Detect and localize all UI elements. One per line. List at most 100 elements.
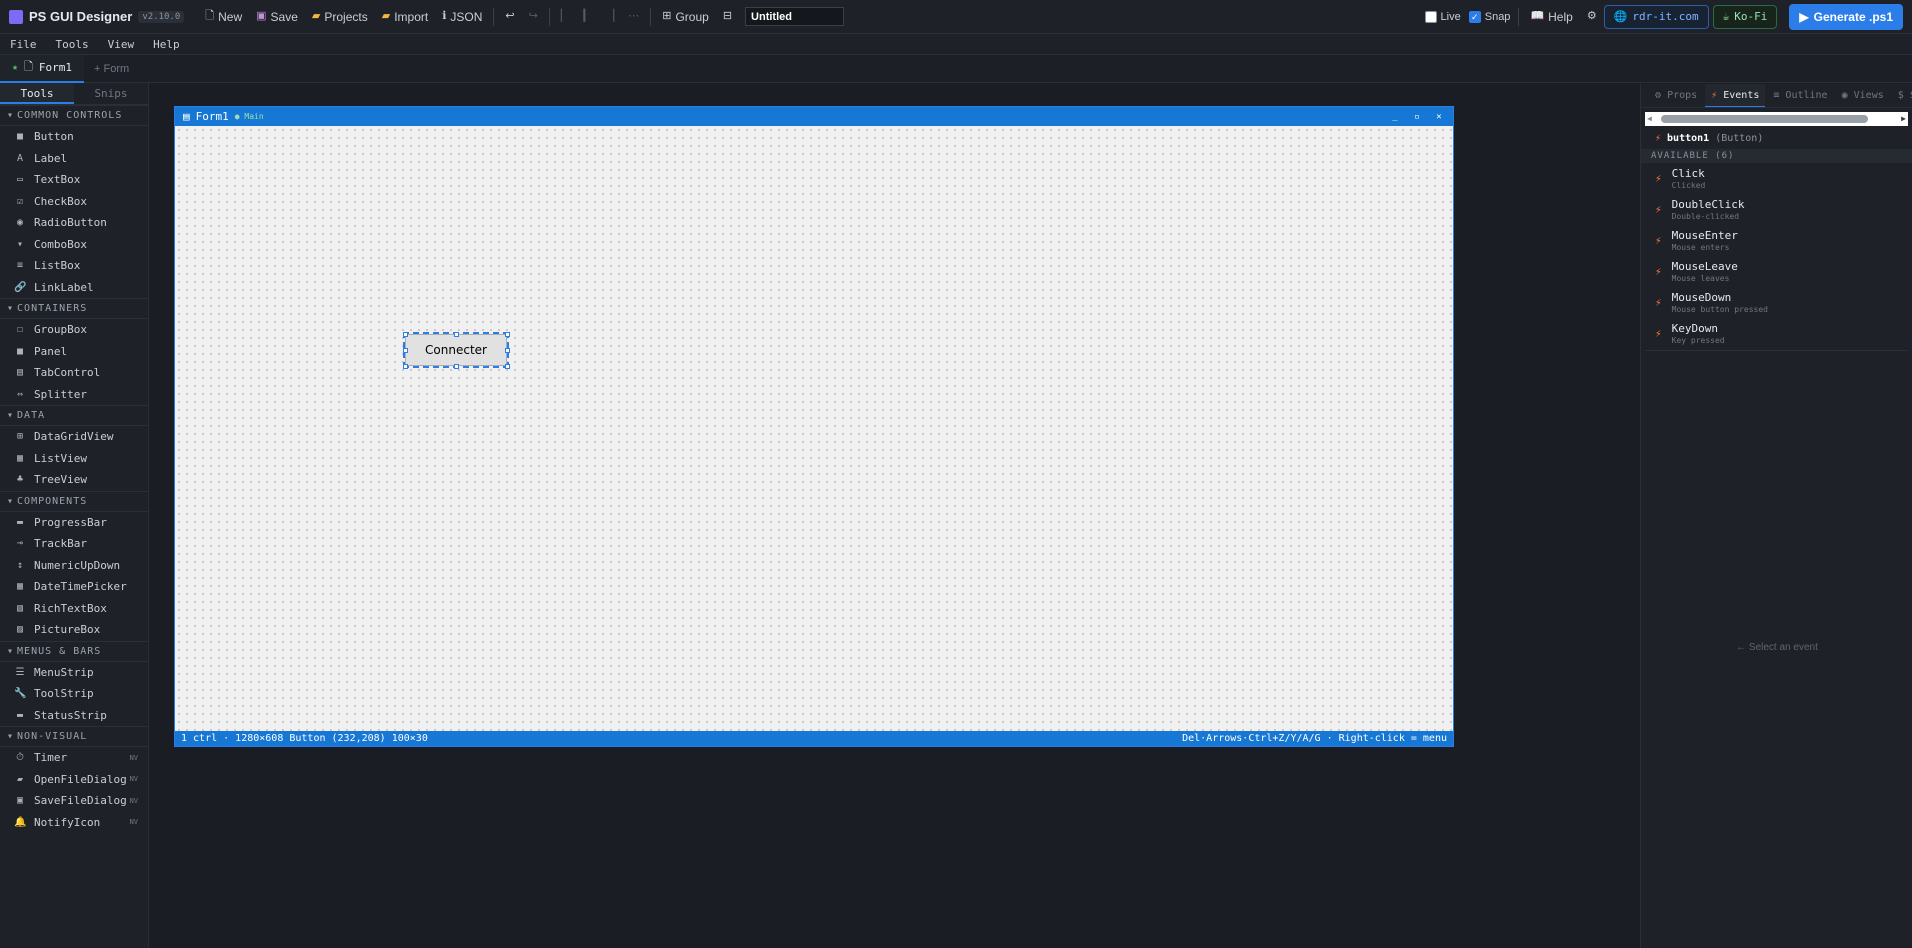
tab-tools[interactable]: Tools — [0, 83, 74, 104]
event-item-click[interactable]: ⚡ Click Clicked — [1641, 163, 1912, 194]
resize-handle[interactable] — [505, 348, 510, 353]
resize-handle[interactable] — [454, 332, 459, 337]
resize-handle[interactable] — [454, 364, 459, 369]
settings-button[interactable]: ⚙ — [1580, 4, 1604, 30]
tool-item-numericupdown[interactable]: ↕ NumericUpDown — [0, 555, 148, 577]
tab-script[interactable]: $ $( — [1892, 84, 1912, 107]
category-header[interactable]: ▾ COMPONENTS — [0, 490, 148, 512]
tool-item-groupbox[interactable]: ☐ GroupBox — [0, 319, 148, 341]
align-right-button[interactable]: ▕ — [599, 4, 621, 30]
tab-events[interactable]: ⚡ Events — [1705, 84, 1766, 107]
tool-item-picturebox[interactable]: ▨ PictureBox — [0, 619, 148, 641]
tool-item-openfiledialog[interactable]: ▰ OpenFileDialog NV — [0, 769, 148, 791]
kofi-button[interactable]: ☕ Ko-Fi — [1712, 4, 1778, 29]
align-center-button[interactable]: ▎ — [576, 4, 598, 30]
tool-item-label[interactable]: A Label — [0, 148, 148, 170]
menu-file[interactable]: File — [4, 38, 43, 51]
slider-icon: ⊸ — [16, 538, 24, 550]
category-header[interactable]: ▾ COMMON CONTROLS — [0, 105, 148, 126]
distribute-button[interactable]: ⋯ — [621, 4, 646, 30]
tool-item-textbox[interactable]: ▭ TextBox — [0, 169, 148, 191]
site-link-button[interactable]: 🌐 rdr-it.com — [1603, 4, 1709, 29]
tool-item-listview[interactable]: ▦ ListView — [0, 448, 148, 470]
undo-button[interactable]: ↩ — [498, 4, 521, 30]
resize-handle[interactable] — [403, 332, 408, 337]
group-button[interactable]: ⊞ Group — [655, 4, 716, 30]
tool-item-linklabel[interactable]: 🔗 LinkLabel — [0, 277, 148, 299]
snap-checkbox[interactable]: ✓ — [1468, 10, 1481, 23]
menu-view[interactable]: View — [102, 38, 141, 51]
ungroup-button[interactable]: ⊟ — [716, 4, 739, 30]
form-window[interactable]: ▤ Form1 ● Main _ ▫ ✕ Connecter 1 ctrl · … — [174, 106, 1454, 747]
align-left-button[interactable]: ▏ — [554, 4, 576, 30]
tool-item-button[interactable]: ■ Button — [0, 126, 148, 148]
minimize-icon[interactable]: _ — [1387, 110, 1403, 123]
projects-button[interactable]: ▰ Projects — [305, 4, 375, 30]
tool-item-radiobutton[interactable]: ◉ RadioButton — [0, 212, 148, 234]
redo-button[interactable]: ↪ — [522, 4, 545, 30]
live-toggle[interactable]: Live — [1421, 10, 1465, 23]
tool-item-toolstrip[interactable]: 🔧 ToolStrip — [0, 683, 148, 705]
tab-props[interactable]: ⚙ Props — [1649, 84, 1703, 107]
connecter-button[interactable]: Connecter — [403, 332, 509, 368]
tab-snips[interactable]: Snips — [74, 83, 148, 104]
event-item-mouseleave[interactable]: ⚡ MouseLeave Mouse leaves — [1641, 256, 1912, 287]
tool-item-savefiledialog[interactable]: ▣ SaveFileDialog NV — [0, 790, 148, 812]
tool-item-richtextbox[interactable]: ▧ RichTextBox — [0, 598, 148, 620]
snap-toggle[interactable]: ✓ Snap — [1465, 10, 1515, 23]
resize-handle[interactable] — [403, 364, 408, 369]
tool-item-splitter[interactable]: ⇔ Splitter — [0, 384, 148, 406]
category-header[interactable]: ▾ DATA — [0, 405, 148, 426]
live-checkbox[interactable] — [1424, 10, 1437, 23]
tool-item-combobox[interactable]: ▾ ComboBox — [0, 234, 148, 256]
resize-handle[interactable] — [403, 348, 408, 353]
generate-button[interactable]: ▶ Generate .ps1 — [1789, 3, 1903, 30]
tab-views[interactable]: ◉ Views — [1836, 84, 1890, 107]
new-button[interactable]: 🗋 New — [198, 4, 249, 30]
menu-tools[interactable]: Tools — [50, 38, 95, 51]
tool-item-statusstrip[interactable]: ▬ StatusStrip — [0, 705, 148, 727]
help-button[interactable]: 📖 Help — [1523, 4, 1579, 30]
event-item-doubleclick[interactable]: ⚡ DoubleClick Double-clicked — [1641, 194, 1912, 225]
event-item-mousedown[interactable]: ⚡ MouseDown Mouse button pressed — [1641, 287, 1912, 318]
tool-item-progressbar[interactable]: ▬ ProgressBar — [0, 512, 148, 534]
close-icon[interactable]: ✕ — [1431, 110, 1447, 123]
scroll-left-icon[interactable]: ◀ — [1647, 114, 1652, 123]
event-item-keydown[interactable]: ⚡ KeyDown Key pressed — [1641, 318, 1912, 349]
form-title-bar[interactable]: ▤ Form1 ● Main — [175, 107, 1453, 126]
tab-outline[interactable]: ≡ Outline — [1767, 84, 1833, 107]
tool-item-timer[interactable]: ⏱ Timer NV — [0, 747, 148, 769]
resize-handle[interactable] — [505, 332, 510, 337]
json-button[interactable]: ℹ JSON — [435, 4, 489, 30]
divider — [1645, 350, 1908, 351]
form-surface[interactable]: Connecter — [175, 126, 1453, 732]
menu-help[interactable]: Help — [147, 38, 186, 51]
tool-item-checkbox[interactable]: ☑ CheckBox — [0, 191, 148, 213]
app-title: PS GUI Designer — [29, 9, 133, 24]
add-form-button[interactable]: + Form — [84, 63, 139, 75]
tool-item-menustrip[interactable]: ☰ MenuStrip — [0, 662, 148, 684]
tool-item-trackbar[interactable]: ⊸ TrackBar — [0, 533, 148, 555]
category-header[interactable]: ▾ CONTAINERS — [0, 298, 148, 319]
maximize-icon[interactable]: ▫ — [1409, 110, 1425, 123]
event-item-mouseenter[interactable]: ⚡ MouseEnter Mouse enters — [1641, 225, 1912, 256]
import-button[interactable]: ▰ Import — [375, 4, 435, 30]
tool-item-datetimepicker[interactable]: ▦ DateTimePicker — [0, 576, 148, 598]
category-header[interactable]: ▾ NON-VISUAL — [0, 726, 148, 747]
scrollbar-thumb[interactable] — [1661, 115, 1868, 123]
align-center-icon: ▎ — [583, 10, 592, 22]
redo-icon: ↪ — [528, 10, 538, 22]
tool-item-tabcontrol[interactable]: ▤ TabControl — [0, 362, 148, 384]
tab-form1[interactable]: ★ 🗋 Form1 — [0, 54, 85, 83]
resize-handle[interactable] — [505, 364, 510, 369]
form-name-input[interactable] — [745, 7, 845, 26]
tool-item-notifyicon[interactable]: 🔔 NotifyIcon NV — [0, 812, 148, 834]
tool-item-treeview[interactable]: ♣ TreeView — [0, 469, 148, 491]
save-button[interactable]: ▣ Save — [249, 4, 305, 30]
tool-item-listbox[interactable]: ≡ ListBox — [0, 255, 148, 277]
tabs-scrollbar[interactable]: ◀ ▶ — [1645, 112, 1908, 126]
tool-item-panel[interactable]: ■ Panel — [0, 341, 148, 363]
category-header[interactable]: ▾ MENUS & BARS — [0, 640, 148, 662]
tool-item-datagridview[interactable]: ⊞ DataGridView — [0, 426, 148, 448]
scroll-right-icon[interactable]: ▶ — [1901, 114, 1906, 123]
